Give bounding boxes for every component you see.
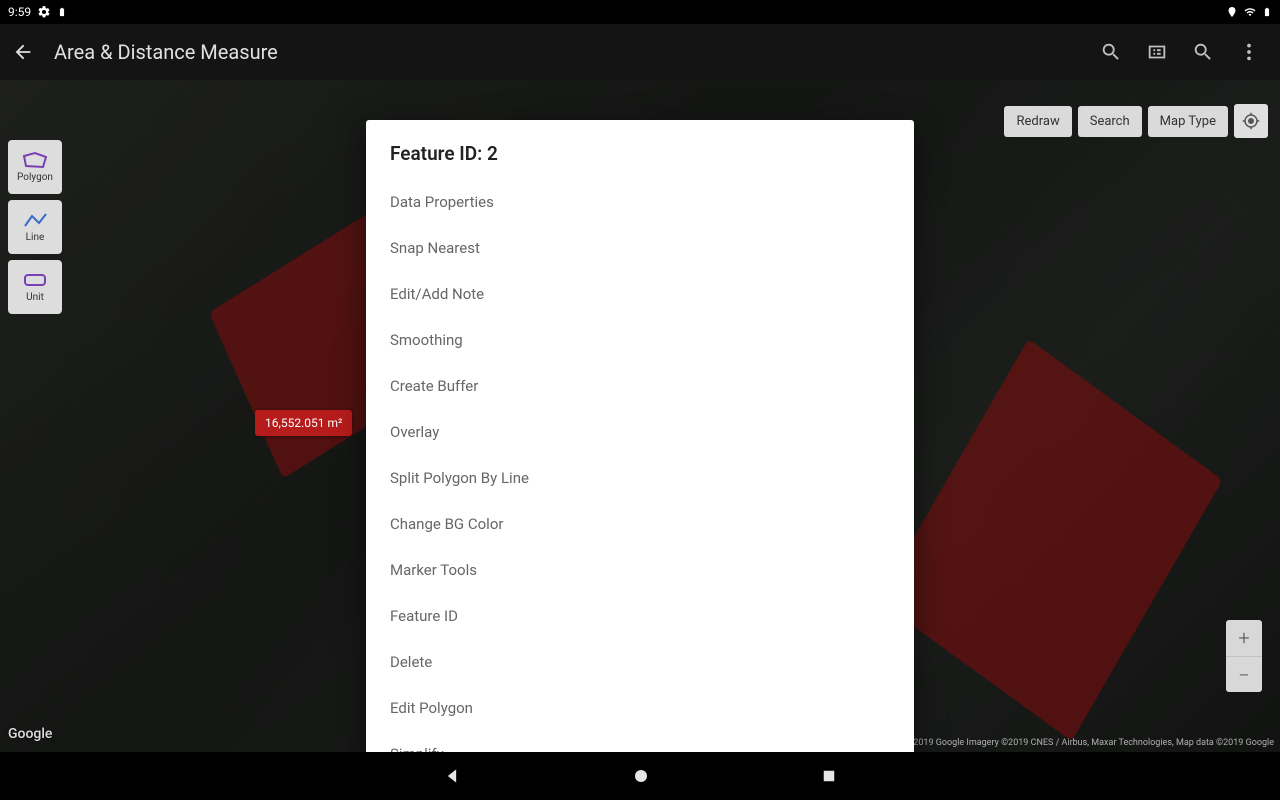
- wifi-icon: [1242, 6, 1258, 18]
- search-button[interactable]: Search: [1078, 106, 1142, 137]
- maptype-button[interactable]: Map Type: [1148, 106, 1228, 137]
- menu-feature-id[interactable]: Feature ID: [366, 593, 914, 639]
- map-attribution: ©2019 Google Imagery ©2019 CNES / Airbus…: [906, 738, 1274, 748]
- polygon-tool-button[interactable]: Polygon: [8, 140, 62, 194]
- menu-simplify[interactable]: Simplify: [366, 731, 914, 752]
- tool-label: Unit: [26, 292, 44, 303]
- dialog-title: Feature ID: 2: [366, 142, 914, 179]
- app-title: Area & Distance Measure: [54, 40, 1080, 64]
- menu-overlay[interactable]: Overlay: [366, 409, 914, 455]
- gear-icon: [37, 5, 51, 19]
- feature-context-dialog: Feature ID: 2 Data Properties Snap Neare…: [366, 120, 914, 752]
- zoom-control: + −: [1226, 620, 1262, 692]
- redraw-button[interactable]: Redraw: [1004, 106, 1071, 137]
- zoom-icon[interactable]: [1192, 41, 1214, 63]
- status-bar: 9:59: [0, 0, 1280, 24]
- nav-home-icon[interactable]: [632, 767, 650, 785]
- back-icon[interactable]: [12, 41, 34, 63]
- menu-create-buffer[interactable]: Create Buffer: [366, 363, 914, 409]
- menu-change-bg-color[interactable]: Change BG Color: [366, 501, 914, 547]
- menu-data-properties[interactable]: Data Properties: [366, 179, 914, 225]
- area-measurement-label: 16,552.051 m²: [255, 410, 352, 436]
- location-status-icon: [1226, 6, 1238, 18]
- search-icon[interactable]: [1100, 41, 1122, 63]
- layers-icon[interactable]: [1146, 41, 1168, 63]
- google-watermark: Google: [8, 726, 52, 742]
- menu-edit-add-note[interactable]: Edit/Add Note: [366, 271, 914, 317]
- battery-icon: [1262, 4, 1272, 20]
- tool-palette: Polygon Line Unit: [8, 140, 62, 314]
- map-canvas[interactable]: 16,552.051 m² Polygon Line Unit Redraw S…: [0, 80, 1280, 752]
- map-action-bar: Redraw Search Map Type: [1004, 104, 1268, 138]
- app-bar: Area & Distance Measure: [0, 24, 1280, 80]
- unit-tool-button[interactable]: Unit: [8, 260, 62, 314]
- tool-label: Polygon: [17, 172, 53, 183]
- android-nav-bar: [0, 752, 1280, 800]
- menu-edit-polygon[interactable]: Edit Polygon: [366, 685, 914, 731]
- nav-back-icon[interactable]: [442, 766, 462, 786]
- menu-split-polygon[interactable]: Split Polygon By Line: [366, 455, 914, 501]
- menu-snap-nearest[interactable]: Snap Nearest: [366, 225, 914, 271]
- menu-marker-tools[interactable]: Marker Tools: [366, 547, 914, 593]
- clock: 9:59: [8, 5, 31, 19]
- tool-label: Line: [26, 232, 45, 243]
- zoom-out-button[interactable]: −: [1226, 656, 1262, 692]
- battery-small-icon: [57, 5, 67, 19]
- menu-delete[interactable]: Delete: [366, 639, 914, 685]
- nav-recent-icon[interactable]: [820, 767, 838, 785]
- menu-smoothing[interactable]: Smoothing: [366, 317, 914, 363]
- overflow-icon[interactable]: [1238, 41, 1260, 63]
- zoom-in-button[interactable]: +: [1226, 620, 1262, 656]
- locate-me-button[interactable]: [1234, 104, 1268, 138]
- line-tool-button[interactable]: Line: [8, 200, 62, 254]
